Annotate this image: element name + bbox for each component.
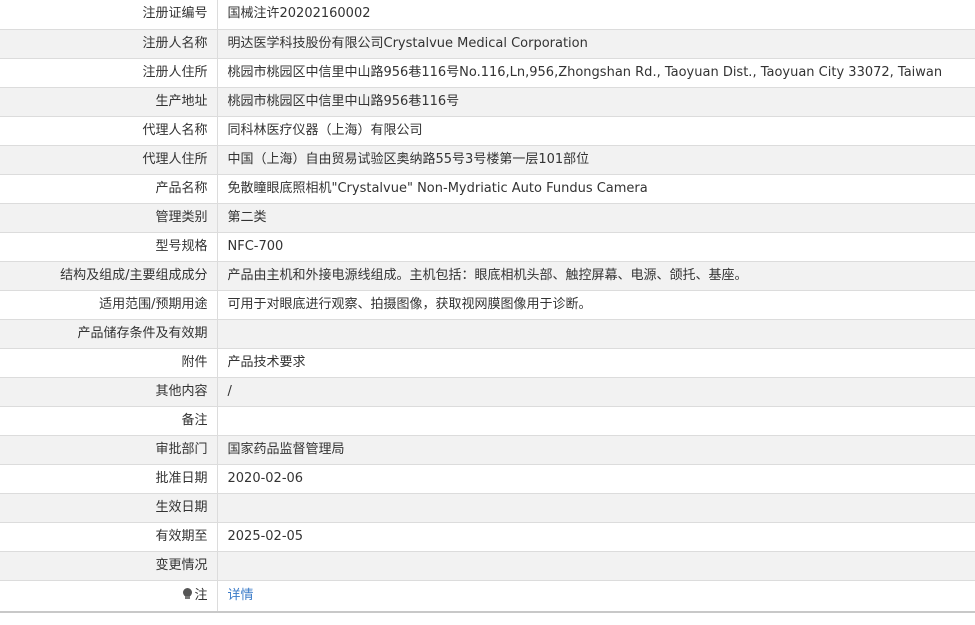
row-effective-date: 生效日期 — [0, 493, 975, 523]
row-model-spec: 型号规格 NFC-700 — [0, 232, 975, 262]
field-value — [217, 319, 975, 349]
field-label: 其他内容 — [0, 377, 218, 407]
field-label: 备注 — [0, 406, 218, 436]
row-agent-address: 代理人住所 中国（上海）自由贸易试验区奥纳路55号3号楼第一层101部位 — [0, 145, 975, 175]
row-valid-until: 有效期至 2025-02-05 — [0, 522, 975, 552]
row-change-status: 变更情况 — [0, 551, 975, 581]
field-value: 中国（上海）自由贸易试验区奥纳路55号3号楼第一层101部位 — [217, 145, 975, 175]
field-value: 第二类 — [217, 203, 975, 233]
field-label: 结构及组成/主要组成成分 — [0, 261, 218, 291]
field-value: 桃园市桃园区中信里中山路956巷116号No.116,Ln,956,Zhongs… — [217, 58, 975, 88]
row-remarks: 备注 — [0, 406, 975, 436]
row-note: 注 详情 — [0, 580, 975, 613]
field-value: 国家药品监督管理局 — [217, 435, 975, 465]
row-approval-date: 批准日期 2020-02-06 — [0, 464, 975, 494]
row-scope-intended-use: 适用范围/预期用途 可用于对眼底进行观察、拍摄图像，获取视网膜图像用于诊断。 — [0, 290, 975, 320]
field-label: 生产地址 — [0, 87, 218, 117]
field-label: 型号规格 — [0, 232, 218, 262]
row-registrant-address: 注册人住所 桃园市桃园区中信里中山路956巷116号No.116,Ln,956,… — [0, 58, 975, 88]
field-label: 变更情况 — [0, 551, 218, 581]
field-value: 明达医学科技股份有限公司Crystalvue Medical Corporati… — [217, 29, 975, 59]
field-value: 产品由主机和外接电源线组成。主机包括：眼底相机头部、触控屏幕、电源、颌托、基座。 — [217, 261, 975, 291]
field-label: 附件 — [0, 348, 218, 378]
field-label: 产品名称 — [0, 174, 218, 204]
field-value: 产品技术要求 — [217, 348, 975, 378]
field-value: 2025-02-05 — [217, 522, 975, 552]
row-registration-number: 注册证编号 国械注许20202160002 — [0, 0, 975, 30]
field-value — [217, 493, 975, 523]
field-label: 代理人住所 — [0, 145, 218, 175]
row-approval-department: 审批部门 国家药品监督管理局 — [0, 435, 975, 465]
field-label: 产品储存条件及有效期 — [0, 319, 218, 349]
field-label: 管理类别 — [0, 203, 218, 233]
field-value: 2020-02-06 — [217, 464, 975, 494]
field-label: 生效日期 — [0, 493, 218, 523]
field-value — [217, 551, 975, 581]
field-label: 注册人住所 — [0, 58, 218, 88]
note-value-cell: 详情 — [217, 580, 975, 613]
field-value: 可用于对眼底进行观察、拍摄图像，获取视网膜图像用于诊断。 — [217, 290, 975, 320]
note-label: 注 — [194, 587, 208, 603]
field-value: 免散瞳眼底照相机"Crystalvue" Non-Mydriatic Auto … — [217, 174, 975, 204]
field-label: 审批部门 — [0, 435, 218, 465]
row-structure-composition: 结构及组成/主要组成成分 产品由主机和外接电源线组成。主机包括：眼底相机头部、触… — [0, 261, 975, 291]
lightbulb-base — [185, 595, 191, 599]
row-storage-validity: 产品储存条件及有效期 — [0, 319, 975, 349]
row-management-category: 管理类别 第二类 — [0, 203, 975, 233]
field-value: NFC-700 — [217, 232, 975, 262]
row-registrant-name: 注册人名称 明达医学科技股份有限公司Crystalvue Medical Cor… — [0, 29, 975, 59]
field-value: / — [217, 377, 975, 407]
field-label: 代理人名称 — [0, 116, 218, 146]
field-value — [217, 406, 975, 436]
field-label: 适用范围/预期用途 — [0, 290, 218, 320]
field-label: 批准日期 — [0, 464, 218, 494]
registration-record-table: 注册证编号 国械注许20202160002 注册人名称 明达医学科技股份有限公司… — [0, 0, 975, 613]
row-agent-name: 代理人名称 同科林医疗仪器（上海）有限公司 — [0, 116, 975, 146]
details-link[interactable]: 详情 — [228, 588, 254, 603]
row-attachment: 附件 产品技术要求 — [0, 348, 975, 378]
field-value: 同科林医疗仪器（上海）有限公司 — [217, 116, 975, 146]
field-label: 注册人名称 — [0, 29, 218, 59]
field-value: 桃园市桃园区中信里中山路956巷116号 — [217, 87, 975, 117]
field-label: 注册证编号 — [0, 0, 218, 30]
row-other-content: 其他内容 / — [0, 377, 975, 407]
note-label-cell: 注 — [0, 580, 218, 613]
field-label: 有效期至 — [0, 522, 218, 552]
lightbulb-icon — [183, 587, 193, 600]
row-production-address: 生产地址 桃园市桃园区中信里中山路956巷116号 — [0, 87, 975, 117]
row-product-name: 产品名称 免散瞳眼底照相机"Crystalvue" Non-Mydriatic … — [0, 174, 975, 204]
field-value: 国械注许20202160002 — [217, 0, 975, 30]
